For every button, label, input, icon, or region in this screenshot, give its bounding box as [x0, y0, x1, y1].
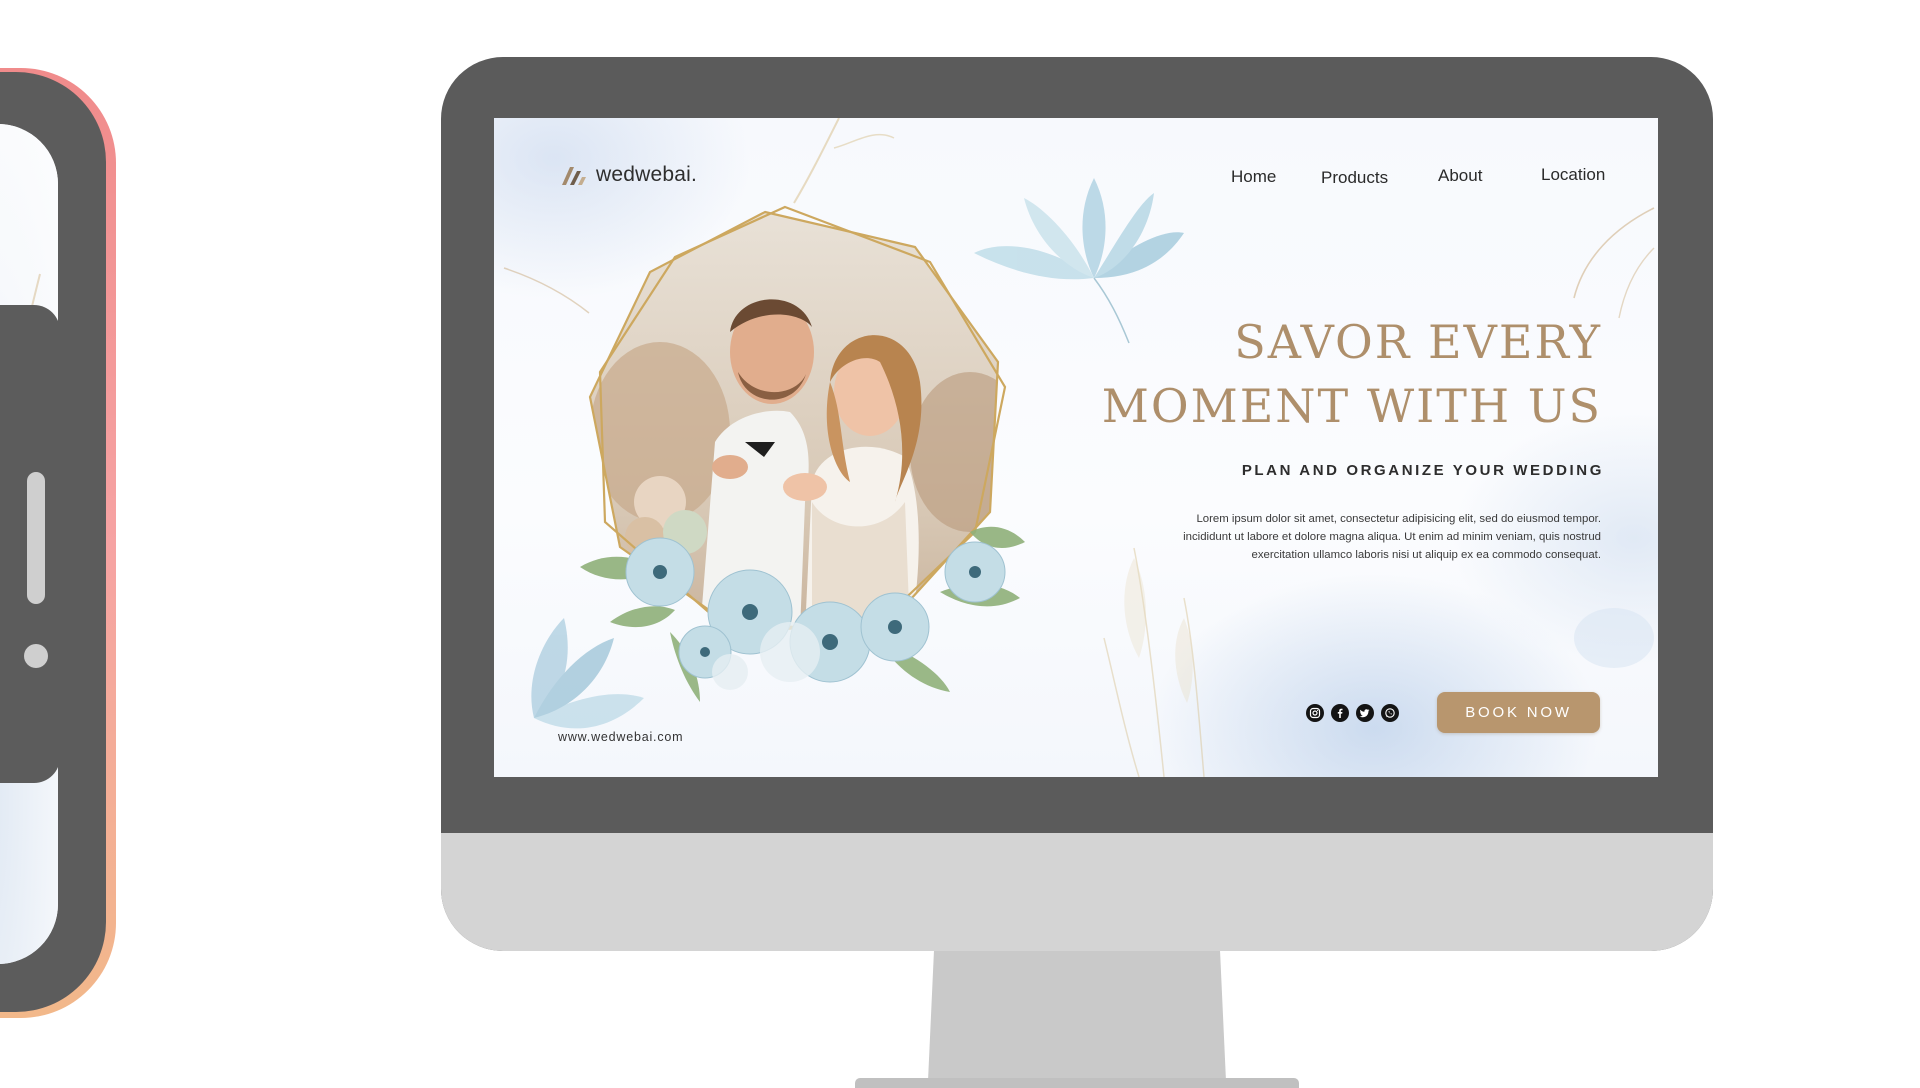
nav-location[interactable]: Location	[1541, 165, 1605, 185]
hero-headline-line-2: MOMENT WITH US	[1101, 379, 1602, 433]
brand-logo[interactable]: wedwebai.	[560, 162, 697, 188]
twitter-icon[interactable]	[1356, 704, 1374, 722]
book-now-button[interactable]: BOOK NOW	[1437, 692, 1600, 733]
mockup-stage: wedwebai. Home Products About Location S…	[0, 0, 1920, 1088]
website-url[interactable]: www.wedwebai.com	[558, 730, 683, 744]
instagram-icon[interactable]	[1306, 704, 1324, 722]
whatsapp-icon[interactable]	[1381, 704, 1399, 722]
phone-volume-slider[interactable]	[27, 472, 45, 604]
monitor-stand-neck	[928, 951, 1226, 1081]
nav-home[interactable]: Home	[1231, 167, 1276, 187]
hero-body-line-1: Lorem ipsum dolor sit amet, consectetur …	[1196, 513, 1601, 525]
monitor-stand-foot	[855, 1078, 1299, 1088]
hero-headline: SAVOR EVERY MOMENT WITH US	[1042, 310, 1602, 438]
monitor-chin	[441, 833, 1713, 951]
hero-headline-line-1: SAVOR EVERY	[1234, 315, 1602, 369]
brand-logo-icon	[562, 167, 586, 185]
hero-body-line-3: exercitation ullamco laboris nisi ut ali…	[1251, 549, 1601, 561]
couple-photo	[580, 205, 1025, 702]
facebook-icon[interactable]	[1331, 704, 1349, 722]
hero-body-line-2: incididunt ut labore et dolore magna ali…	[1183, 531, 1601, 543]
hero-body-text: Lorem ipsum dolor sit amet, consectetur …	[1121, 510, 1601, 564]
website-screen: wedwebai. Home Products About Location S…	[494, 118, 1658, 777]
hero-subheadline: PLAN AND ORGANIZE YOUR WEDDING	[1241, 462, 1604, 479]
nav-products[interactable]: Products	[1321, 168, 1388, 188]
social-links	[1306, 704, 1399, 722]
brand-name: wedwebai.	[596, 163, 698, 186]
phone-button-dot[interactable]	[24, 644, 48, 668]
nav-about[interactable]: About	[1438, 166, 1482, 186]
